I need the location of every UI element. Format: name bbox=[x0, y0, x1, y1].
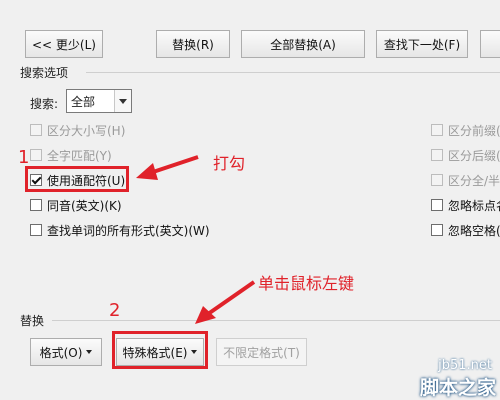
step-2-arrow-icon bbox=[195, 280, 256, 324]
watermark-name: 脚本之家 bbox=[419, 377, 496, 399]
annotation-arrows bbox=[136, 155, 256, 324]
step-1-arrow-icon bbox=[136, 155, 199, 180]
watermark-site: jb51.net bbox=[438, 358, 492, 373]
